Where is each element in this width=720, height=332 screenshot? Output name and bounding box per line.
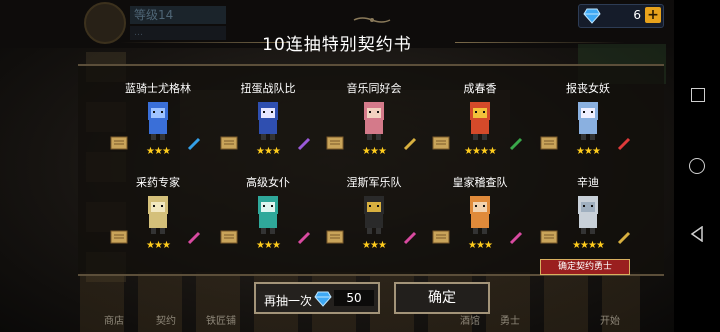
system-nav-bar — [674, 0, 720, 332]
star-rating: ★★★ — [362, 240, 387, 251]
hero-name: 蓝骑士尤格林 — [125, 82, 191, 95]
hero-card[interactable]: 皇家稽查队 ★★★ — [430, 174, 530, 274]
hero-card[interactable]: 报丧女妖 ★★★ — [538, 80, 638, 180]
nav-contract[interactable]: 契约 — [156, 312, 176, 327]
hero-sprite-icon — [578, 102, 598, 140]
star-rating: ★★★★ — [464, 146, 497, 157]
hero-name: 采药专家 — [136, 176, 180, 189]
redraw-label: 再抽一次 — [264, 294, 313, 308]
hero-name: 高级女仆 — [246, 176, 290, 189]
hero-sprite-icon — [148, 196, 168, 234]
nav-shop[interactable]: 商店 — [104, 312, 124, 327]
nav-smithy[interactable]: 铁匠铺 — [206, 312, 236, 327]
title-ornament — [353, 17, 391, 23]
confirm-hero-tag: 确定契约勇士 — [540, 259, 630, 275]
nav-start[interactable]: 开始 — [600, 312, 620, 327]
hero-card[interactable]: 涅斯军乐队 ★★★ — [324, 174, 424, 274]
gem-count: 6 — [633, 8, 641, 22]
star-rating: ★★★ — [256, 146, 281, 157]
redraw-button[interactable]: 再抽一次 50 — [254, 282, 380, 314]
hero-name: 音乐同好会 — [346, 82, 402, 95]
diamond-icon — [583, 8, 601, 24]
recents-icon[interactable] — [691, 88, 705, 102]
star-rating: ★★★ — [362, 146, 387, 157]
dialog-title: 10连抽特别契约书 — [262, 35, 412, 55]
star-rating: ★★★ — [468, 240, 493, 251]
nav-heroes[interactable]: 勇士 — [500, 312, 520, 327]
hero-name: 涅斯军乐队 — [346, 176, 402, 189]
hero-name: 成春香 — [463, 82, 497, 95]
hero-sprite-icon — [364, 196, 384, 234]
home-icon[interactable] — [689, 158, 705, 174]
hero-card[interactable]: 扭蛋战队比 ★★★ — [218, 80, 318, 180]
back-icon[interactable] — [690, 226, 704, 242]
hero-name: 皇家稽查队 — [452, 176, 508, 189]
hero-card[interactable]: 成春香 ★★★★ — [430, 80, 530, 180]
player-level: 等级14 — [130, 6, 226, 24]
star-rating: ★★★ — [576, 146, 601, 157]
hero-sprite-icon — [364, 102, 384, 140]
star-rating: ★★★ — [256, 240, 281, 251]
hero-sprite-icon — [470, 102, 490, 140]
hero-sprite-icon — [470, 196, 490, 234]
hero-sprite-icon — [578, 196, 598, 234]
hero-card[interactable]: 高级女仆 ★★★ — [218, 174, 318, 274]
confirm-button[interactable]: 确定 — [394, 282, 490, 314]
hero-sprite-icon — [258, 102, 278, 140]
star-rating: ★★★ — [146, 146, 171, 157]
star-rating: ★★★ — [146, 240, 171, 251]
add-gems-button[interactable]: + — [645, 7, 661, 23]
hero-name: 辛迪 — [577, 176, 599, 189]
star-rating: ★★★★ — [572, 240, 605, 251]
hero-card[interactable]: 采药专家 ★★★ — [108, 174, 208, 274]
nav-tavern[interactable]: 酒馆 — [460, 312, 480, 327]
hero-sprite-icon — [258, 196, 278, 234]
game-screen: 等级14 … 商店 契约 铁匠铺 酒馆 勇士 开始 6 + 10连抽特别契约书 … — [0, 0, 674, 332]
hero-name: 扭蛋战队比 — [240, 82, 296, 95]
redraw-cost: 50 — [334, 290, 374, 306]
hero-name: 报丧女妖 — [566, 82, 610, 95]
hero-sprite-icon — [148, 102, 168, 140]
hero-card[interactable]: 音乐同好会 ★★★ — [324, 80, 424, 180]
gem-counter: 6 + — [578, 4, 664, 28]
hero-card[interactable]: 蓝骑士尤格林 ★★★ — [108, 80, 208, 180]
diamond-icon — [314, 291, 332, 307]
